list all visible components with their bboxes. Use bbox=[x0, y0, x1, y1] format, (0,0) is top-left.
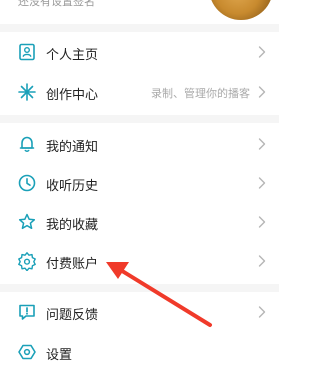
menu-label: 创作中心 bbox=[46, 88, 99, 103]
menu-item-feedback[interactable]: 问题反馈 bbox=[0, 292, 279, 332]
clock-icon bbox=[17, 173, 37, 193]
chevron-right-icon bbox=[258, 46, 266, 58]
menu-label: 付费账户 bbox=[46, 257, 99, 272]
signature-text[interactable]: 还没有设置签名 bbox=[18, 0, 95, 9]
menu-item-paid-account[interactable]: 付费账户 bbox=[0, 241, 279, 281]
feedback-icon bbox=[17, 302, 37, 322]
bell-icon bbox=[17, 134, 37, 154]
menu-label: 个人主页 bbox=[46, 48, 99, 63]
chevron-right-icon bbox=[258, 86, 266, 98]
paid-badge-icon bbox=[17, 251, 37, 271]
menu-item-notifications[interactable]: 我的通知 bbox=[0, 124, 279, 164]
menu-item-listen-history[interactable]: 收听历史 bbox=[0, 163, 279, 203]
menu-label: 设置 bbox=[46, 348, 73, 363]
star-icon bbox=[17, 212, 37, 232]
section-divider bbox=[0, 24, 279, 32]
menu-hint: 录制、管理你的播客 bbox=[151, 87, 250, 100]
menu-item-favorites[interactable]: 我的收藏 bbox=[0, 202, 279, 242]
menu-item-settings[interactable]: 设置 bbox=[0, 332, 279, 372]
profile-page-icon bbox=[17, 42, 37, 62]
menu-label: 收听历史 bbox=[46, 179, 99, 194]
avatar[interactable] bbox=[209, 0, 273, 20]
chevron-right-icon bbox=[258, 306, 266, 318]
creation-center-icon bbox=[17, 82, 37, 102]
section-divider bbox=[0, 284, 279, 292]
chevron-right-icon bbox=[258, 216, 266, 228]
menu-label: 我的收藏 bbox=[46, 218, 99, 233]
profile-header: 还没有设置签名 bbox=[0, 0, 279, 20]
chevron-right-icon bbox=[258, 138, 266, 150]
menu-item-creation-center[interactable]: 创作中心 录制、管理你的播客 bbox=[0, 72, 279, 112]
settings-icon bbox=[17, 342, 37, 362]
menu-item-profile-page[interactable]: 个人主页 bbox=[0, 32, 279, 72]
menu-label: 问题反馈 bbox=[46, 308, 99, 323]
chevron-right-icon bbox=[258, 177, 266, 189]
section-divider bbox=[0, 115, 279, 123]
menu-label: 我的通知 bbox=[46, 140, 99, 155]
chevron-right-icon bbox=[258, 255, 266, 267]
